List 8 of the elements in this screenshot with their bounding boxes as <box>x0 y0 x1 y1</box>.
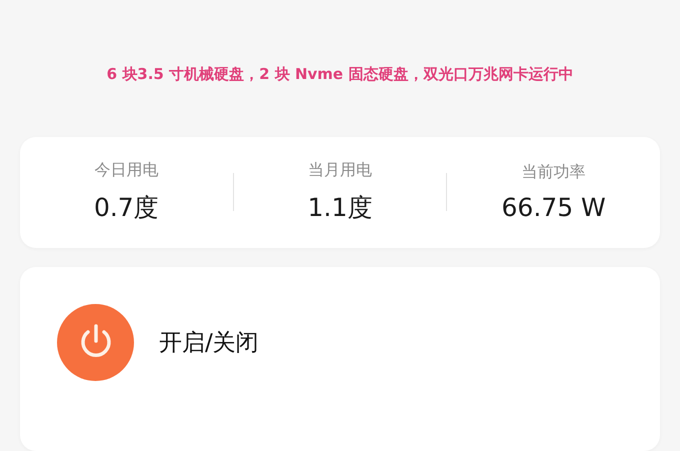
stat-value: 66.75 W <box>502 193 606 222</box>
stat-label: 当前功率 <box>522 162 586 184</box>
stat-label: 当月用电 <box>308 160 372 182</box>
stat-value: 1.1度 <box>308 192 372 224</box>
stat-label: 今日用电 <box>94 160 158 182</box>
power-label: 开启/关闭 <box>159 328 259 358</box>
caption: 6 块3.5 寸机械硬盘，2 块 Nvme 固态硬盘，双光口万兆网卡运行中 <box>106 64 574 85</box>
stat-value: 0.7度 <box>94 192 159 224</box>
